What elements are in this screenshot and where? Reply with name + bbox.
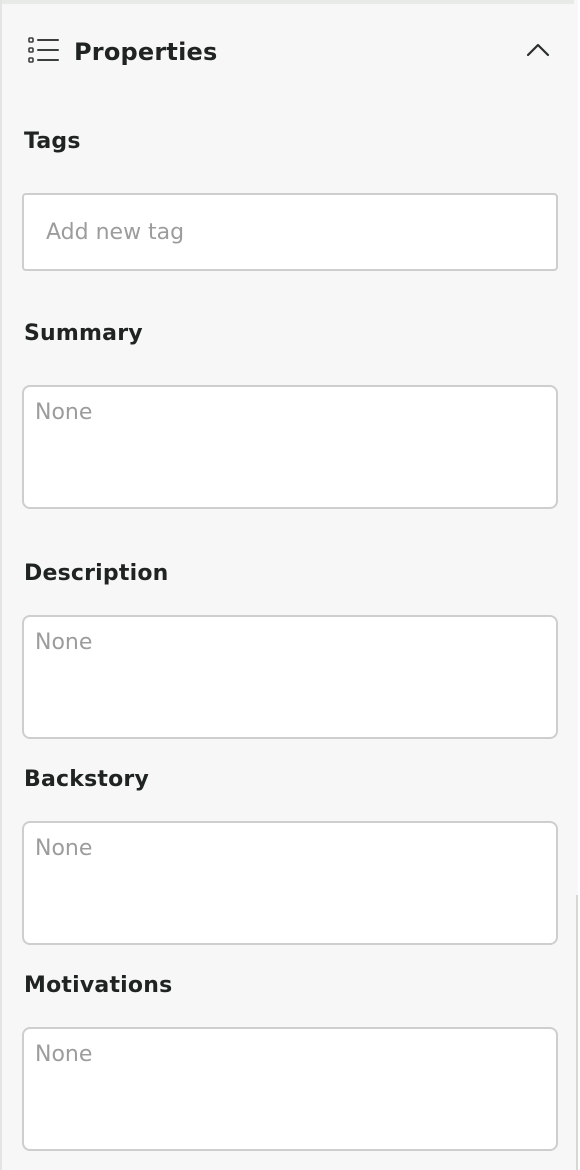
description-label: Description [24, 561, 169, 586]
panel-title: Properties [74, 38, 218, 66]
chevron-up-icon [526, 43, 550, 57]
backstory-label: Backstory [24, 767, 150, 792]
tag-input[interactable] [22, 193, 558, 271]
backstory-field[interactable] [22, 821, 558, 945]
motivations-field[interactable] [22, 1027, 558, 1151]
list-icon [28, 37, 60, 63]
description-field[interactable] [22, 615, 558, 739]
collapse-button[interactable] [524, 36, 552, 64]
summary-field[interactable] [22, 385, 558, 509]
tags-label: Tags [24, 129, 81, 154]
motivations-label: Motivations [24, 973, 173, 998]
top-divider [2, 0, 574, 4]
properties-header[interactable]: Properties [28, 36, 552, 68]
properties-panel: Properties Tags Summary Description Back… [0, 0, 578, 1170]
summary-label: Summary [24, 321, 143, 346]
scrollbar-edge[interactable] [576, 895, 578, 1170]
